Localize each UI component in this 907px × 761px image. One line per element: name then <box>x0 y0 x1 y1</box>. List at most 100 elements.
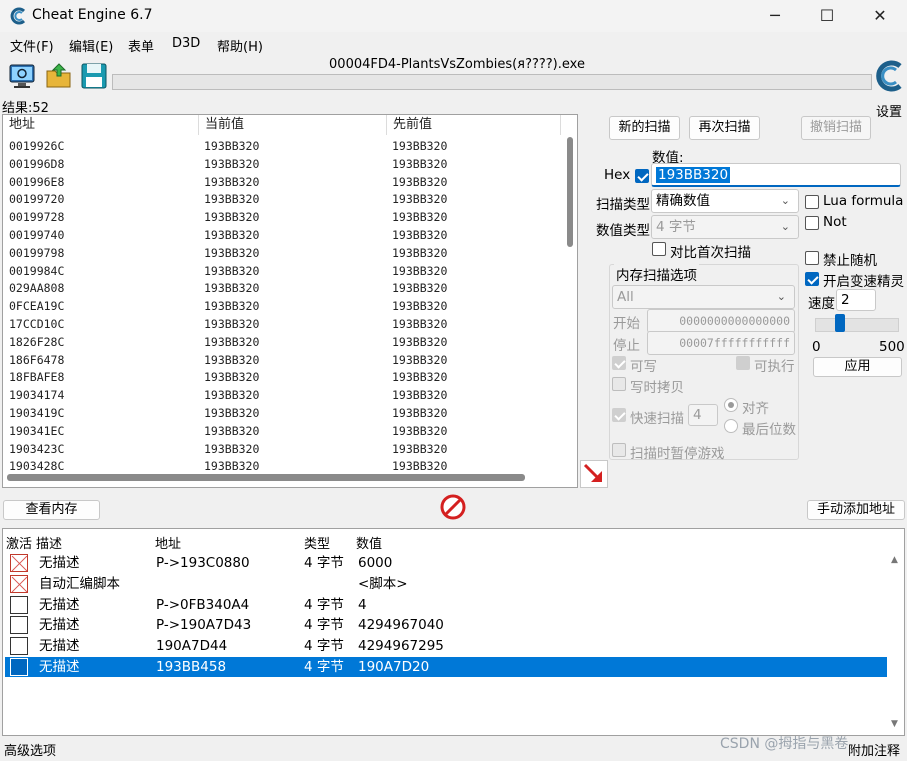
col-current-value[interactable]: 当前值 <box>199 115 387 135</box>
address-row[interactable]: 无描述 P->193C0880 4 字节 6000 <box>5 553 887 573</box>
maximize-button[interactable]: ☐ <box>804 0 850 32</box>
lua-formula-checkbox[interactable] <box>805 195 819 209</box>
scan-type-select[interactable]: 精确数值 ⌄ <box>651 189 799 213</box>
active-checkbox[interactable] <box>10 554 28 572</box>
col-type[interactable]: 类型 <box>304 533 330 552</box>
result-row[interactable]: 1826F28C 193BB320 193BB320 <box>3 333 561 351</box>
stop-address-input[interactable]: 00007fffffffffff <box>647 331 795 355</box>
results-vertical-scrollbar[interactable] <box>565 137 575 467</box>
result-row[interactable]: 0FCEA19C 193BB320 193BB320 <box>3 297 561 315</box>
menu-edit[interactable]: 编辑(E) <box>69 36 113 55</box>
add-to-list-button[interactable] <box>580 460 608 488</box>
compare-first-checkbox[interactable] <box>652 242 666 256</box>
result-row[interactable]: 1903428C 193BB320 193BB320 <box>3 457 561 475</box>
value-type-select[interactable]: 4 字节 ⌄ <box>651 215 799 239</box>
new-scan-button[interactable]: 新的扫描 <box>609 116 680 140</box>
close-button[interactable]: ✕ <box>857 0 903 32</box>
result-row[interactable]: 17CCD10C 193BB320 193BB320 <box>3 315 561 333</box>
col-address[interactable]: 地址 <box>155 533 181 552</box>
copy-on-write-checkbox[interactable] <box>612 377 626 391</box>
scroll-thumb[interactable] <box>567 137 573 247</box>
result-row[interactable]: 001996E8 193BB320 193BB320 <box>3 173 561 191</box>
executable-checkbox[interactable] <box>736 356 750 370</box>
active-checkbox[interactable] <box>10 616 28 635</box>
result-previous-value: 193BB320 <box>392 370 448 385</box>
address-list[interactable]: 激活 描述 地址 类型 数值 无描述 P->193C0880 4 字节 6000 自动汇… <box>2 528 905 736</box>
value-input[interactable]: 193BB320 <box>651 163 901 187</box>
col-active[interactable]: 激活 <box>6 533 32 552</box>
result-row[interactable]: 00199720 193BB320 193BB320 <box>3 190 561 208</box>
undo-scan-button[interactable]: 撤销扫描 <box>801 116 871 140</box>
settings-label[interactable]: 设置 <box>876 101 902 120</box>
results-list[interactable]: 地址 当前值 先前值 0019926C 193BB320 193BB320 00199… <box>2 114 578 488</box>
active-checkbox[interactable] <box>10 637 28 656</box>
menu-help[interactable]: 帮助(H) <box>217 36 263 55</box>
active-checkbox[interactable] <box>10 658 28 676</box>
next-scan-button[interactable]: 再次扫描 <box>689 116 760 140</box>
scan-type-label: 扫描类型 <box>596 197 650 213</box>
menu-d3d[interactable]: D3D <box>172 36 200 51</box>
result-row[interactable]: 001996D8 193BB320 193BB320 <box>3 155 561 173</box>
active-checkbox[interactable] <box>10 595 28 614</box>
col-previous-value[interactable]: 先前值 <box>387 115 561 135</box>
minimize-button[interactable]: ─ <box>752 0 798 32</box>
address-row[interactable]: 无描述 P->0FB340A4 4 字节 4 <box>5 595 887 615</box>
result-current-value: 193BB320 <box>204 334 260 349</box>
region-select[interactable]: All ⌄ <box>612 285 795 309</box>
writable-checkbox[interactable] <box>612 356 626 370</box>
fast-scan-input[interactable]: 4 <box>688 404 718 426</box>
scroll-up-icon[interactable]: ▲ <box>891 555 898 565</box>
active-checkbox[interactable] <box>10 574 28 593</box>
select-process-button[interactable] <box>6 60 36 90</box>
result-row[interactable]: 00199740 193BB320 193BB320 <box>3 226 561 244</box>
speedhack-label: 开启变速精灵 <box>823 274 904 290</box>
start-address-input[interactable]: 0000000000000000 <box>647 309 795 333</box>
result-row[interactable]: 00199728 193BB320 193BB320 <box>3 208 561 226</box>
address-list-scrollbar[interactable]: ▲ ▼ <box>888 551 904 735</box>
no-random-checkbox[interactable] <box>805 251 819 265</box>
address-row[interactable]: 无描述 190A7D44 4 字节 4294967295 <box>5 636 887 656</box>
result-row[interactable]: 00199798 193BB320 193BB320 <box>3 244 561 262</box>
results-horizontal-scrollbar[interactable] <box>7 474 525 481</box>
view-memory-button[interactable]: 查看内存 <box>3 500 100 520</box>
speed-slider-thumb[interactable] <box>835 314 846 332</box>
clear-list-button[interactable] <box>438 492 468 522</box>
result-row[interactable]: 0019926C 193BB320 193BB320 <box>3 137 561 155</box>
menu-file[interactable]: 文件(F) <box>10 36 54 55</box>
add-address-button[interactable]: 手动添加地址 <box>807 500 905 520</box>
address-row[interactable]: 无描述 P->190A7D43 4 字节 4294967040 <box>5 615 887 635</box>
menu-table[interactable]: 表单 <box>128 36 154 55</box>
fast-scan-checkbox[interactable] <box>612 408 626 422</box>
extra-notes[interactable]: 附加注释 <box>848 740 900 759</box>
not-checkbox[interactable] <box>805 216 819 230</box>
row-description: 无描述 <box>39 638 80 655</box>
result-row[interactable]: 19034174 193BB320 193BB320 <box>3 386 561 404</box>
address-row[interactable]: 自动汇编脚本 <脚本> <box>5 574 887 594</box>
address-row[interactable]: 无描述 193BB458 4 字节 190A7D20 <box>5 657 887 677</box>
speed-input[interactable]: 2 <box>836 289 876 311</box>
scroll-down-icon[interactable]: ▼ <box>891 719 898 729</box>
result-row[interactable]: 1903423C 193BB320 193BB320 <box>3 440 561 458</box>
result-address: 19034174 <box>9 388 65 403</box>
apply-button[interactable]: 应用 <box>813 357 902 377</box>
result-row[interactable]: 190341EC 193BB320 193BB320 <box>3 422 561 440</box>
col-address[interactable]: 地址 <box>3 115 199 135</box>
result-address: 00199740 <box>9 228 65 242</box>
save-button[interactable] <box>78 60 108 90</box>
result-row[interactable]: 186F6478 193BB320 193BB320 <box>3 351 561 369</box>
col-value[interactable]: 数值 <box>356 533 382 552</box>
advanced-options[interactable]: 高级选项 <box>4 740 56 759</box>
speed-slider-track[interactable] <box>815 318 899 332</box>
result-row[interactable]: 18FBAFE8 193BB320 193BB320 <box>3 368 561 386</box>
open-file-button[interactable] <box>43 60 73 90</box>
align-radio[interactable] <box>724 398 738 412</box>
last-digits-radio[interactable] <box>724 419 738 433</box>
col-description[interactable]: 描述 <box>36 533 62 552</box>
result-row[interactable]: 029AA808 193BB320 193BB320 <box>3 279 561 297</box>
pause-game-checkbox[interactable] <box>612 443 626 457</box>
result-row[interactable]: 1903419C 193BB320 193BB320 <box>3 404 561 422</box>
speedhack-checkbox[interactable] <box>805 272 819 286</box>
hex-checkbox[interactable] <box>635 169 649 183</box>
result-row[interactable]: 0019984C 193BB320 193BB320 <box>3 262 561 280</box>
settings-logo-icon[interactable] <box>874 58 906 94</box>
